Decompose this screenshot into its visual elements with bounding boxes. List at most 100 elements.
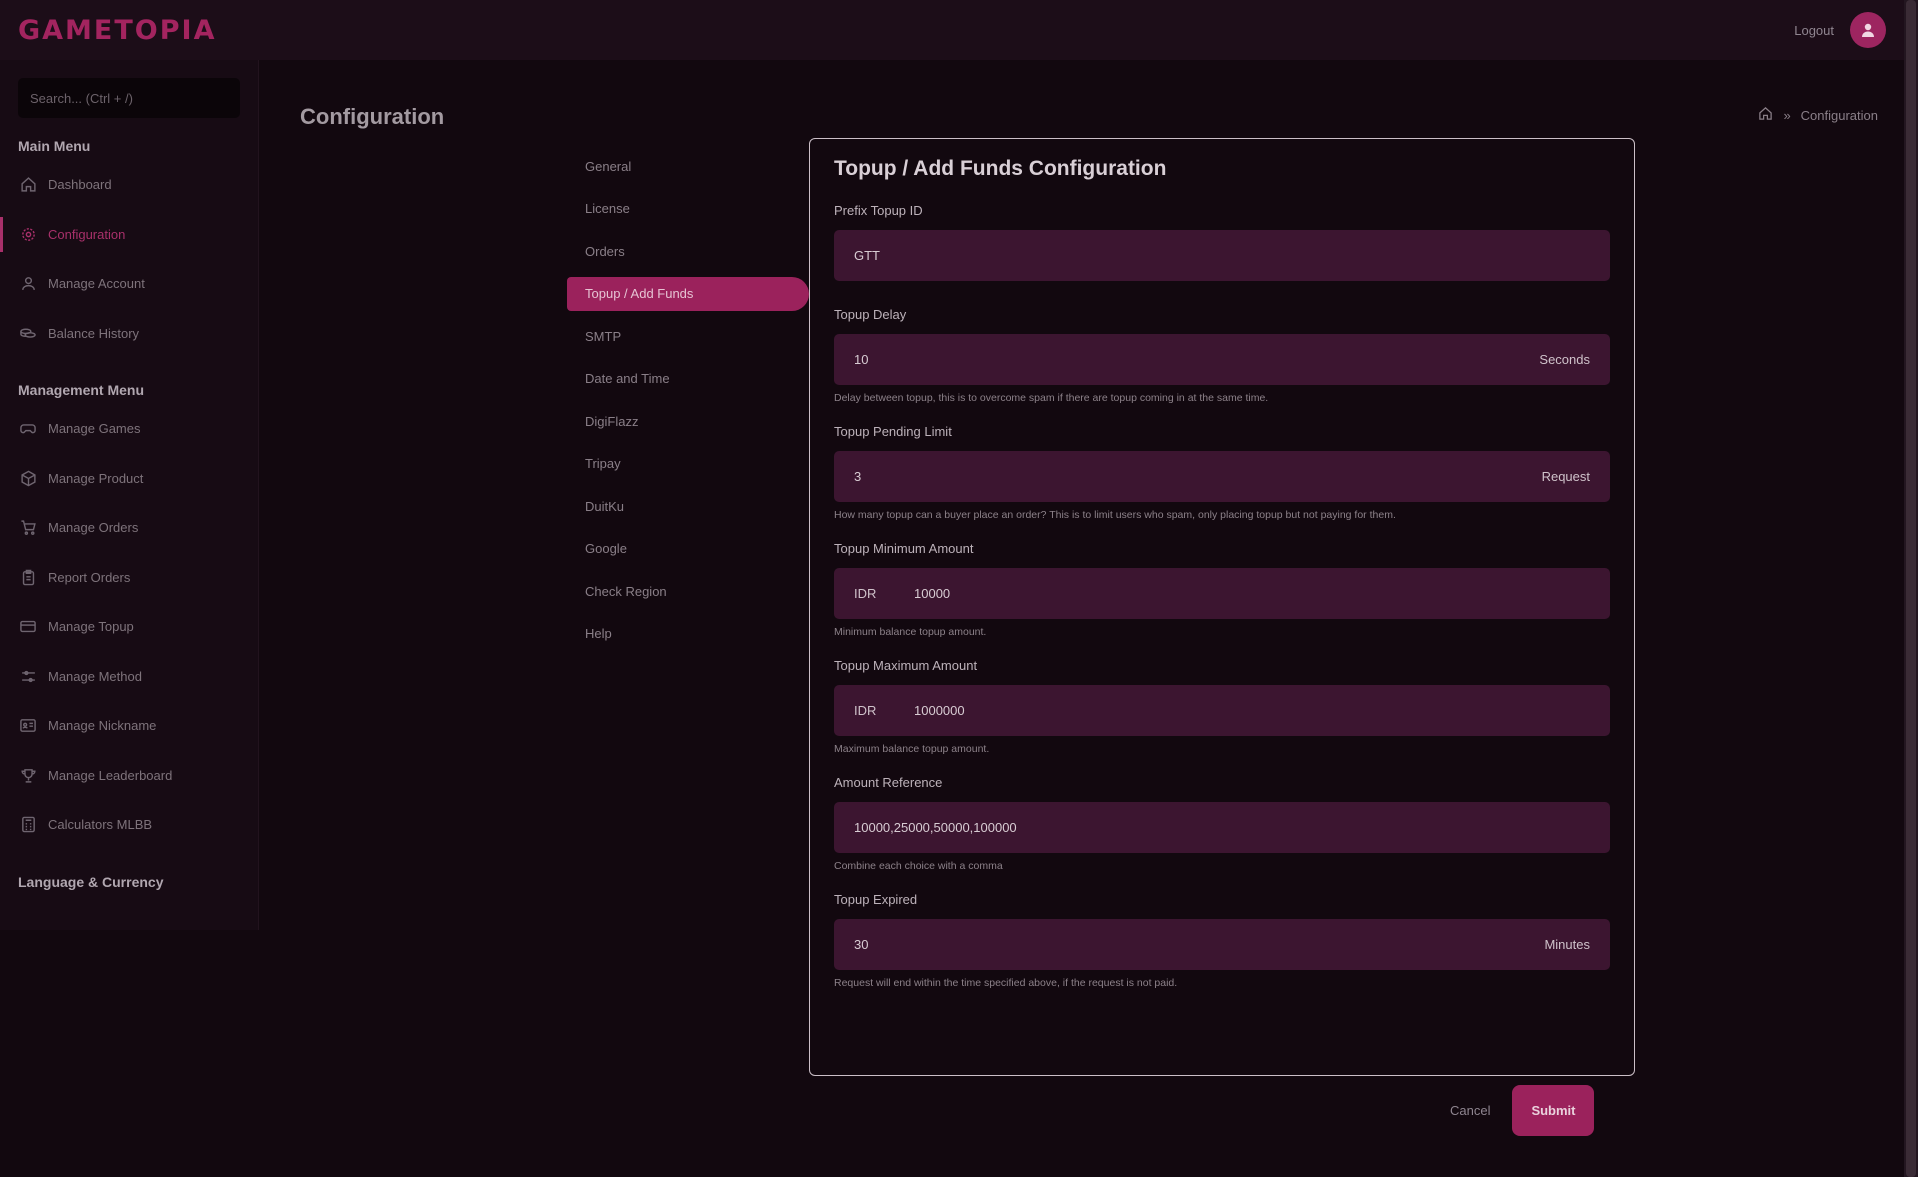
main-menu-title: Main Menu xyxy=(18,138,91,154)
box-icon xyxy=(18,468,38,488)
gear-icon xyxy=(18,224,38,244)
prefix-label: Prefix Topup ID xyxy=(834,203,923,218)
pending-value: 3 xyxy=(854,469,862,484)
sidebar-item-label: Configuration xyxy=(48,226,126,242)
sidebar-item-dashboard[interactable]: Dashboard xyxy=(0,160,258,210)
sidebar-item-label: Manage Games xyxy=(48,421,141,437)
max-group: Topup Maximum Amount IDR 1000000 Maximum… xyxy=(834,658,1610,755)
sidebar-item-label: Balance History xyxy=(48,325,140,341)
sidebar-item-label: Calculators MLBB xyxy=(48,817,153,833)
expired-label: Topup Expired xyxy=(834,892,918,907)
home-icon[interactable] xyxy=(1758,106,1773,124)
pending-group: Topup Pending Limit 3 Request How many t… xyxy=(834,424,1610,521)
coins-icon xyxy=(18,323,38,343)
topup-config-panel: Topup / Add Funds Configuration Prefix T… xyxy=(809,138,1635,1076)
expired-suffix: Minutes xyxy=(1544,937,1590,952)
topup-expired-input[interactable]: 30 Minutes xyxy=(834,919,1610,970)
sidebar-item-label: Manage Account xyxy=(48,276,145,292)
sidebar-item-label: Manage Leaderboard xyxy=(48,767,173,783)
max-label: Topup Maximum Amount xyxy=(834,658,978,673)
sidebar-item-report-orders[interactable]: Report Orders xyxy=(0,553,258,603)
sidebar-item-label: Manage Topup xyxy=(48,619,134,635)
chevron-right-icon: » xyxy=(1783,107,1791,123)
clipboard-icon xyxy=(18,567,38,587)
config-nav-smtp[interactable]: SMTP xyxy=(567,319,809,353)
sidebar-item-label: Manage Orders xyxy=(48,520,139,536)
scrollbar[interactable] xyxy=(1904,0,1918,1177)
min-group: Topup Minimum Amount IDR 10000 Minimum b… xyxy=(834,541,1610,638)
topup-minimum-amount-input[interactable]: IDR 10000 xyxy=(834,568,1610,619)
sidebar-item-label: Report Orders xyxy=(48,569,131,585)
sidebar-item-manage-topup[interactable]: Manage Topup xyxy=(0,602,258,652)
form-actions: Cancel Submit xyxy=(1450,1085,1595,1136)
expired-help: Request will end within the time specifi… xyxy=(834,977,1178,989)
management-menu-title: Management Menu xyxy=(18,382,145,398)
config-nav-general[interactable]: General xyxy=(567,149,809,183)
avatar[interactable] xyxy=(1850,12,1886,48)
config-nav-tripay[interactable]: Tripay xyxy=(567,447,809,481)
pending-help: How many topup can a buyer place an orde… xyxy=(834,509,1396,521)
main-menu: Dashboard Configuration Manage Account B… xyxy=(0,160,258,358)
home-icon xyxy=(18,175,38,195)
prefix-value: GTT xyxy=(854,248,880,263)
expired-group: Topup Expired 30 Minutes Request will en… xyxy=(834,892,1610,989)
sidebar-item-manage-leaderboard[interactable]: Manage Leaderboard xyxy=(0,751,258,801)
config-nav-google[interactable]: Google xyxy=(567,532,809,566)
sidebar-item-label: Manage Method xyxy=(48,668,142,684)
topup-pending-limit-input[interactable]: 3 Request xyxy=(834,451,1610,502)
id-card-icon xyxy=(18,716,38,736)
sidebar-item-manage-nickname[interactable]: Manage Nickname xyxy=(0,701,258,751)
config-nav-date-time[interactable]: Date and Time xyxy=(567,362,809,396)
config-nav-duitku[interactable]: DuitKu xyxy=(567,489,809,523)
sidebar-item-label: Manage Product xyxy=(48,470,144,486)
max-help: Maximum balance topup amount. xyxy=(834,743,990,755)
config-nav-digiflazz[interactable]: DigiFlazz xyxy=(567,404,809,438)
reference-help: Combine each choice with a comma xyxy=(834,860,1003,872)
min-value: 10000 xyxy=(914,586,951,601)
sidebar-item-configuration[interactable]: Configuration xyxy=(0,210,258,260)
delay-group: Topup Delay 10 Seconds Delay between top… xyxy=(834,307,1610,404)
reference-group: Amount Reference 10000,25000,50000,10000… xyxy=(834,775,1610,872)
page-title: Configuration xyxy=(300,104,445,129)
config-nav-license[interactable]: License xyxy=(567,192,809,226)
top-right: Logout xyxy=(1794,12,1886,48)
prefix-group: Prefix Topup ID GTT xyxy=(834,203,1610,281)
language-currency-title: Language & Currency xyxy=(18,873,164,890)
sidebar-item-label: Dashboard xyxy=(48,177,112,193)
sidebar-item-manage-orders[interactable]: Manage Orders xyxy=(0,503,258,553)
app-logo[interactable]: GAMETOPIA xyxy=(18,15,216,46)
sidebar-item-label: Manage Nickname xyxy=(48,718,157,734)
submit-button[interactable]: Submit xyxy=(1512,1085,1595,1136)
sidebar-item-calculators-mlbb[interactable]: Calculators MLBB xyxy=(0,800,258,850)
amount-reference-input[interactable]: 10000,25000,50000,100000 xyxy=(834,802,1610,853)
config-nav-check-region[interactable]: Check Region xyxy=(567,574,809,608)
management-menu: Manage Games Manage Product Manage Order… xyxy=(0,404,258,850)
prefix-topup-id-input[interactable]: GTT xyxy=(834,230,1610,281)
delay-label: Topup Delay xyxy=(834,307,907,322)
user-icon xyxy=(1862,23,1874,37)
max-prefix: IDR xyxy=(854,703,877,718)
delay-value: 10 xyxy=(854,352,869,367)
top-bar: GAMETOPIA Logout xyxy=(0,0,1904,60)
sidebar-item-manage-account[interactable]: Manage Account xyxy=(0,259,258,309)
scrollbar-thumb[interactable] xyxy=(1906,0,1916,1177)
wallet-icon xyxy=(18,617,38,637)
sidebar-item-manage-method[interactable]: Manage Method xyxy=(0,652,258,702)
topup-delay-input[interactable]: 10 Seconds xyxy=(834,334,1610,385)
sidebar-item-manage-product[interactable]: Manage Product xyxy=(0,454,258,504)
min-help: Minimum balance topup amount. xyxy=(834,626,987,638)
config-nav-topup[interactable]: Topup / Add Funds xyxy=(567,276,809,311)
sidebar-item-manage-games[interactable]: Manage Games xyxy=(0,404,258,454)
pending-label: Topup Pending Limit xyxy=(834,424,952,439)
delay-suffix: Seconds xyxy=(1539,352,1590,367)
sidebar-item-balance-history[interactable]: Balance History xyxy=(0,309,258,359)
logout-link[interactable]: Logout xyxy=(1794,23,1834,38)
config-nav-orders[interactable]: Orders xyxy=(567,234,809,268)
reference-value: 10000,25000,50000,100000 xyxy=(854,820,1017,835)
config-nav-help[interactable]: Help xyxy=(567,617,809,651)
reference-label: Amount Reference xyxy=(834,775,943,790)
calculator-icon xyxy=(18,815,38,835)
search-input[interactable]: Search... (Ctrl + /) xyxy=(18,78,240,118)
topup-maximum-amount-input[interactable]: IDR 1000000 xyxy=(834,685,1610,736)
cancel-button[interactable]: Cancel xyxy=(1450,1103,1490,1118)
